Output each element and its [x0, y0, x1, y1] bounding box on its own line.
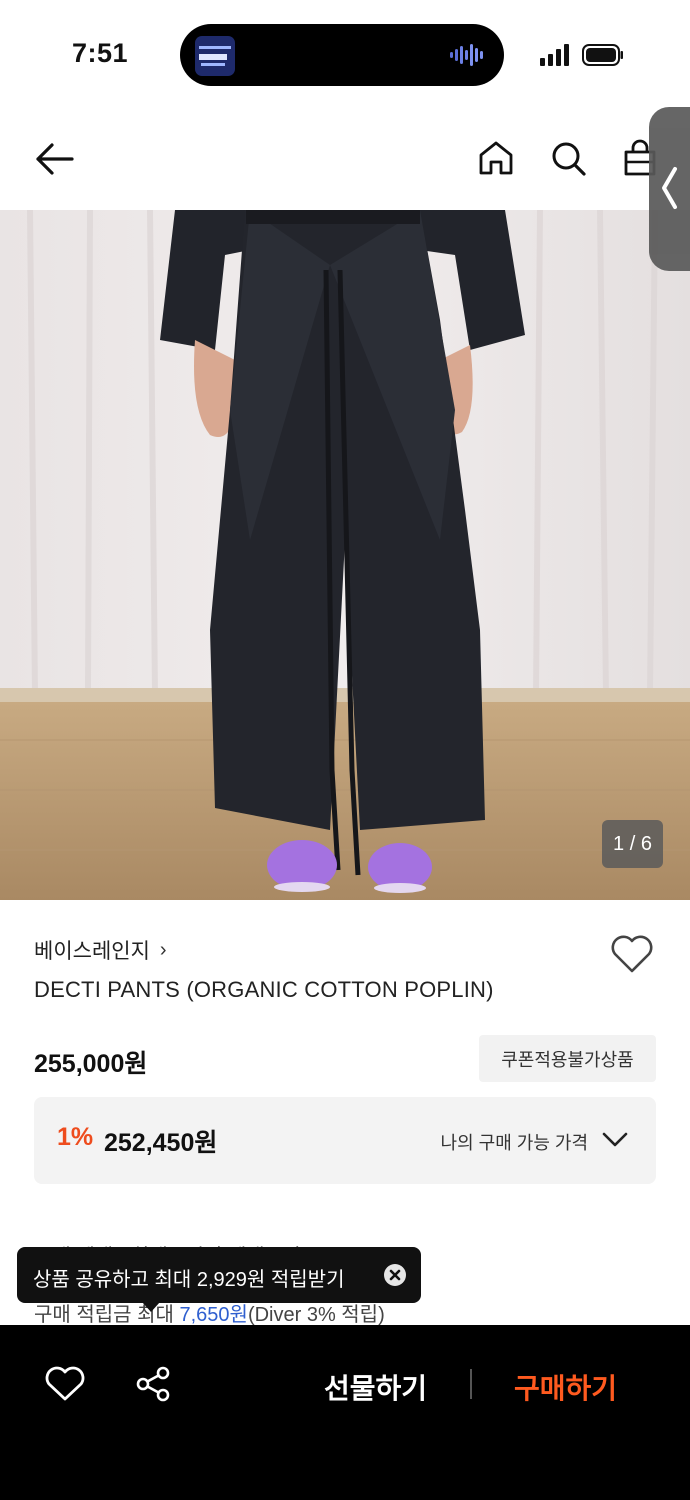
- chevron-down-icon: [602, 1132, 628, 1147]
- brand-name: 베이스레인지: [34, 940, 150, 963]
- image-counter: 1 / 6: [602, 820, 663, 868]
- my-price-label: 나의 구매 가능 가격: [440, 1133, 588, 1153]
- chevron-right-icon: ›: [159, 938, 167, 961]
- my-purchase-price: 252,450원: [104, 1129, 218, 1157]
- search-icon[interactable]: [548, 138, 588, 178]
- my-price-dropdown[interactable]: 1% 252,450원 나의 구매 가능 가격: [34, 1097, 656, 1184]
- bottom-action-bar: 선물하기 구매하기: [0, 1325, 690, 1500]
- dynamic-island[interactable]: [180, 24, 504, 86]
- tooltip-pointer: [142, 1302, 160, 1312]
- discount-rate: 1%: [57, 1123, 94, 1151]
- cellular-signal-icon: [540, 44, 569, 66]
- side-panel-handle[interactable]: [649, 107, 690, 271]
- tooltip-text: 상품 공유하고 최대 2,929원 적립받기: [33, 1269, 345, 1291]
- battery-icon: [582, 44, 623, 66]
- buy-button[interactable]: 구매하기: [514, 1367, 617, 1407]
- status-bar: 7:51: [0, 0, 690, 105]
- arrow-left-icon[interactable]: [32, 137, 76, 181]
- share-reward-tooltip: 상품 공유하고 최대 2,929원 적립받기: [17, 1247, 421, 1303]
- close-circle-icon[interactable]: [383, 1263, 407, 1287]
- heart-outline-icon[interactable]: [610, 934, 654, 974]
- product-price: 255,000원: [34, 1050, 148, 1078]
- brand-link[interactable]: 베이스레인지 ›: [34, 935, 167, 965]
- product-photo: [0, 210, 690, 900]
- chevron-left-icon: [662, 167, 677, 209]
- coupon-unavailable-badge: 쿠폰적용불가상품: [479, 1035, 656, 1082]
- gift-button[interactable]: 선물하기: [324, 1367, 427, 1407]
- reward-points-amount: 7,650원: [179, 1304, 248, 1326]
- now-playing-album-art: [195, 36, 235, 76]
- home-icon[interactable]: [476, 138, 516, 178]
- product-image-gallery[interactable]: [0, 210, 690, 900]
- audio-waveform-icon: [450, 44, 483, 66]
- action-divider: [470, 1369, 472, 1399]
- status-time: 7:51: [72, 38, 129, 68]
- heart-outline-icon[interactable]: [45, 1366, 85, 1402]
- product-name: DECTI PANTS (ORGANIC COTTON POPLIN): [34, 977, 494, 1002]
- top-navigation-bar: [0, 105, 690, 210]
- share-icon[interactable]: [134, 1365, 172, 1403]
- reward-points-note: (Diver 3% 적립): [247, 1304, 385, 1326]
